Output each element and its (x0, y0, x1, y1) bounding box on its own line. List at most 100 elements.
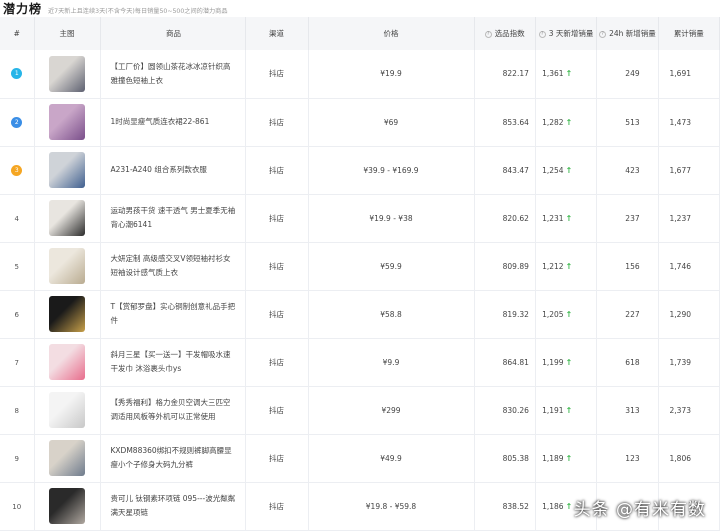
page-title: 潜力榜 (3, 2, 43, 16)
product-thumbnail[interactable] (49, 296, 85, 332)
up-arrow-icon: ↑ (565, 213, 573, 223)
sales24h-cell: 249 (596, 50, 659, 98)
sales24h-cell: 618 (596, 338, 659, 386)
channel-cell: 抖店 (245, 290, 309, 338)
table-row[interactable]: 2 1时尚显瘦气质连衣裙22-861 抖店 ¥69 853.64 1,282 ↑ … (0, 98, 720, 146)
sales24h-cell: 423 (596, 146, 659, 194)
product-thumbnail[interactable] (49, 248, 85, 284)
rank-badge: 4 (14, 214, 19, 223)
product-thumbnail[interactable] (49, 200, 85, 236)
product-thumbnail[interactable] (49, 392, 85, 428)
price-cell: ¥49.9 (308, 434, 475, 482)
rank-cell: 5 (0, 242, 35, 290)
col-total[interactable]: 累计销量 (658, 17, 720, 50)
product-name[interactable]: T【赏郁罗盘】实心铜制创意礼品手把件 (100, 290, 246, 338)
col-score[interactable]: ? 选品指数 (474, 17, 536, 50)
table-row[interactable]: 3 A231-A240 组合系列款衣服 抖店 ¥39.9 - ¥169.9 84… (0, 146, 720, 194)
product-thumbnail[interactable] (49, 152, 85, 188)
price-cell: ¥39.9 - ¥169.9 (308, 146, 475, 194)
table-row[interactable]: 9 KXDM88360绑扣不规则裤脚高腰显瘦小个子修身大码九分裤 抖店 ¥49.… (0, 434, 720, 482)
price-cell: ¥59.9 (308, 242, 475, 290)
product-name[interactable]: 贵可儿 钛钢素环项链 095---波光粼粼满天星项链 (100, 482, 246, 530)
rank-badge: 2 (11, 116, 23, 128)
sales24h-cell: 156 (596, 242, 659, 290)
price-cell: ¥19.9 - ¥38 (308, 194, 475, 242)
sales24h-cell: 313 (596, 386, 659, 434)
sales3d-cell: 1,231 ↑ (535, 194, 598, 242)
total-cell: 1,473 (658, 98, 720, 146)
product-name[interactable]: 斜月三星【买一送一】干发帽吸水速干发巾 沐浴裹头巾ys (100, 338, 246, 386)
rank-badge: 6 (14, 310, 19, 319)
product-name[interactable]: 运动男孩干货 速干透气 男士夏季无袖背心潮6141 (100, 194, 246, 242)
total-cell: 1,677 (658, 146, 720, 194)
table-row[interactable]: 4 运动男孩干货 速干透气 男士夏季无袖背心潮6141 抖店 ¥19.9 - ¥… (0, 194, 720, 242)
product-thumbnail[interactable] (49, 488, 85, 524)
score-cell: 822.17 (474, 50, 536, 98)
col-sales24h[interactable]: ? 24h 新增销量 (596, 17, 659, 50)
price-cell: ¥58.8 (308, 290, 475, 338)
sales3d-cell: 1,212 ↑ (535, 242, 598, 290)
thumbnail-cell[interactable] (34, 386, 101, 434)
total-cell: 1,739 (658, 338, 720, 386)
product-name[interactable]: 【秀秀福利】格力金贝空调大三匹空调适用风板等外机可以正常使用 (100, 386, 246, 434)
thumbnail-cell[interactable] (34, 482, 101, 530)
thumbnail-cell[interactable] (34, 434, 101, 482)
rank-badge: 5 (14, 262, 19, 271)
thumbnail-cell[interactable] (34, 98, 101, 146)
thumbnail-cell[interactable] (34, 50, 101, 98)
product-thumbnail[interactable] (49, 104, 85, 140)
table-row[interactable]: 1 【工厂价】圆领山茶花冰冰凉针织高雅撞色短袖上衣 抖店 ¥19.9 822.1… (0, 50, 720, 98)
rank-cell: 7 (0, 338, 35, 386)
table-row[interactable]: 8 【秀秀福利】格力金贝空调大三匹空调适用风板等外机可以正常使用 抖店 ¥299… (0, 386, 720, 434)
help-icon[interactable]: ? (484, 30, 492, 38)
channel-cell: 抖店 (245, 338, 309, 386)
rank-badge: 9 (14, 454, 19, 463)
product-thumbnail[interactable] (49, 344, 85, 380)
product-name[interactable]: 1时尚显瘦气质连衣裙22-861 (100, 98, 246, 146)
thumbnail-cell[interactable] (34, 194, 101, 242)
sales3d-cell: 1,189 ↑ (535, 434, 598, 482)
col-rank: # (0, 17, 35, 50)
up-arrow-icon: ↑ (565, 261, 573, 271)
col-sales3d[interactable]: ? 3 天新增销量 (535, 17, 598, 50)
thumbnail-cell[interactable] (34, 338, 101, 386)
score-cell: 830.26 (474, 386, 536, 434)
total-cell: 1,237 (658, 194, 720, 242)
product-name[interactable]: 【工厂价】圆领山茶花冰冰凉针织高雅撞色短袖上衣 (100, 50, 246, 98)
sales3d-cell: 1,254 ↑ (535, 146, 598, 194)
channel-cell: 抖店 (245, 146, 309, 194)
thumbnail-cell[interactable] (34, 146, 101, 194)
total-cell: 2,373 (658, 386, 720, 434)
rank-badge: 10 (12, 502, 22, 511)
table-row[interactable]: 5 大妍定制 高级感交叉V领短袖衬衫女短袖设计感气质上衣 抖店 ¥59.9 80… (0, 242, 720, 290)
product-name[interactable]: A231-A240 组合系列款衣服 (100, 146, 246, 194)
sales24h-cell: 227 (596, 290, 659, 338)
up-arrow-icon: ↑ (565, 501, 573, 511)
product-name[interactable]: KXDM88360绑扣不规则裤脚高腰显瘦小个子修身大码九分裤 (100, 434, 246, 482)
rank-cell: 4 (0, 194, 35, 242)
thumbnail-cell[interactable] (34, 242, 101, 290)
channel-cell: 抖店 (245, 482, 309, 530)
rank-cell: 1 (0, 50, 35, 98)
price-cell: ¥69 (308, 98, 475, 146)
up-arrow-icon: ↑ (565, 357, 573, 367)
price-cell: ¥9.9 (308, 338, 475, 386)
product-name[interactable]: 大妍定制 高级感交叉V领短袖衬衫女短袖设计感气质上衣 (100, 242, 246, 290)
product-thumbnail[interactable] (49, 440, 85, 476)
help-icon[interactable]: ? (599, 30, 607, 38)
table-row[interactable]: 7 斜月三星【买一送一】干发帽吸水速干发巾 沐浴裹头巾ys 抖店 ¥9.9 86… (0, 338, 720, 386)
up-arrow-icon: ↑ (565, 165, 573, 175)
table-row[interactable]: 6 T【赏郁罗盘】实心铜制创意礼品手把件 抖店 ¥58.8 819.32 1,2… (0, 290, 720, 338)
sales3d-cell: 1,191 ↑ (535, 386, 598, 434)
col-name: 商品 (100, 17, 246, 50)
rank-cell: 6 (0, 290, 35, 338)
help-icon[interactable]: ? (538, 30, 546, 38)
thumbnail-cell[interactable] (34, 290, 101, 338)
up-arrow-icon: ↑ (565, 117, 573, 127)
score-cell: 820.62 (474, 194, 536, 242)
rank-badge: 1 (11, 68, 23, 80)
up-arrow-icon: ↑ (565, 453, 573, 463)
sales3d-cell: 1,282 ↑ (535, 98, 598, 146)
product-thumbnail[interactable] (49, 55, 85, 92)
channel-cell: 抖店 (245, 50, 309, 98)
